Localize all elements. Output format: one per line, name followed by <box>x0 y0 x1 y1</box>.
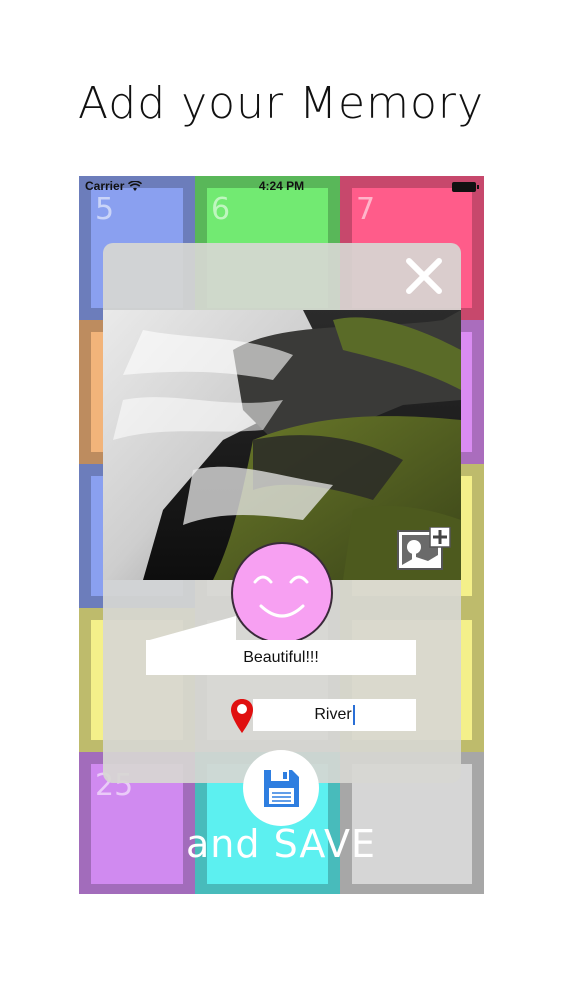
location-text: River <box>314 706 352 723</box>
status-bar: Carrier 4:24 PM <box>79 176 484 196</box>
memory-tile-number: 6 <box>211 192 231 227</box>
headline: Add your Memory <box>77 78 485 129</box>
memory-tile-number: 7 <box>356 192 376 227</box>
location-input[interactable]: River <box>253 699 416 731</box>
close-icon[interactable] <box>403 255 445 297</box>
mood-face-button[interactable] <box>231 542 333 644</box>
add-photo-icon[interactable] <box>396 527 452 573</box>
text-caret <box>352 705 355 725</box>
save-button[interactable] <box>243 750 319 826</box>
status-time: 4:24 PM <box>258 179 305 193</box>
floppy-disk-icon <box>264 770 299 807</box>
speech-bubble-tail <box>146 616 236 641</box>
caption-text: Beautiful!!! <box>243 648 319 666</box>
smile-icon <box>253 575 309 618</box>
battery-icon <box>452 182 479 192</box>
save-caption: and SAVE <box>186 822 376 866</box>
location-pin-icon <box>231 699 253 733</box>
memory-tile-number: 5 <box>95 192 115 227</box>
caption-input[interactable]: Beautiful!!! <box>146 640 416 675</box>
